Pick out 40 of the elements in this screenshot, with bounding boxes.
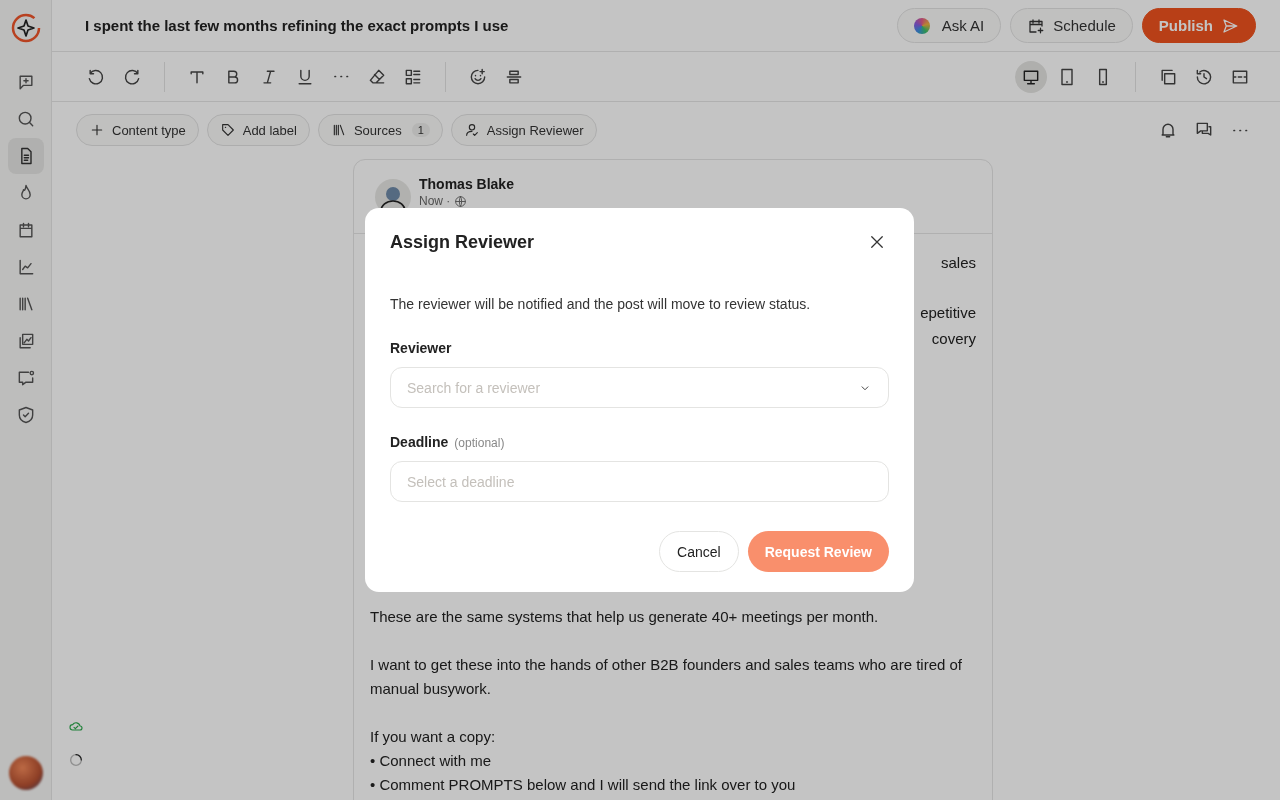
- schedule-button[interactable]: Schedule: [1010, 8, 1133, 43]
- loading-spinner-icon: [68, 752, 84, 768]
- author-name: Thomas Blake: [419, 176, 514, 192]
- cancel-button[interactable]: Cancel: [659, 531, 739, 572]
- optional-hint: (optional): [454, 436, 505, 450]
- chip-button[interactable]: Add label: [206, 114, 310, 146]
- user-check-icon: [463, 122, 480, 138]
- emoji-add-icon: [468, 66, 488, 87]
- post-text: covery: [931, 330, 976, 347]
- logo-icon[interactable]: [9, 12, 42, 44]
- field-label: Reviewer: [390, 340, 453, 356]
- user-avatar[interactable]: [8, 756, 43, 790]
- post-text: • Connect with me: [370, 751, 493, 771]
- chip-button[interactable]: Content type: [76, 114, 199, 146]
- plus-icon: [89, 122, 105, 138]
- ask-ai-button[interactable]: Ask AI: [896, 8, 1002, 43]
- post-text: • Comment PROMPTS below and I will send the link over to you: [370, 775, 797, 795]
- more-icon: [332, 74, 350, 79]
- sidebar-item[interactable]: [7, 138, 44, 174]
- chip-button[interactable]: Sources 1: [317, 114, 443, 146]
- field-label: Deadline: [390, 434, 449, 450]
- post-text: sales: [940, 254, 976, 271]
- view-mode-button[interactable]: [1015, 60, 1047, 93]
- close-icon: [868, 233, 886, 251]
- ai-orb-icon: [913, 17, 930, 34]
- dialog-description: The reviewer will be notified and the post will move to review status.: [390, 296, 812, 312]
- post-text: I want to get these into the hands of other B2B founders and sales teams who are tired of manual busywork.: [370, 655, 964, 699]
- post-text: If you want a copy:: [370, 727, 497, 747]
- post-text: epetitive: [920, 304, 976, 321]
- post-title: I spent the last few months refining the exact prompts I use: [85, 17, 509, 34]
- count-badge: 1: [411, 123, 430, 137]
- globe-icon: [454, 194, 468, 208]
- tag-icon: [219, 122, 236, 138]
- chip-button[interactable]: Assign Reviewer: [450, 114, 597, 146]
- deadline-field[interactable]: Select a deadline: [390, 461, 889, 502]
- post-time: Now ·: [419, 194, 451, 208]
- more-icon: [1231, 127, 1249, 133]
- reviewer-select[interactable]: Search for a reviewer: [390, 367, 889, 408]
- post-text: These are the same systems that help us generate 40+ meetings per month.: [370, 607, 880, 627]
- dialog-title: Assign Reviewer: [390, 231, 535, 253]
